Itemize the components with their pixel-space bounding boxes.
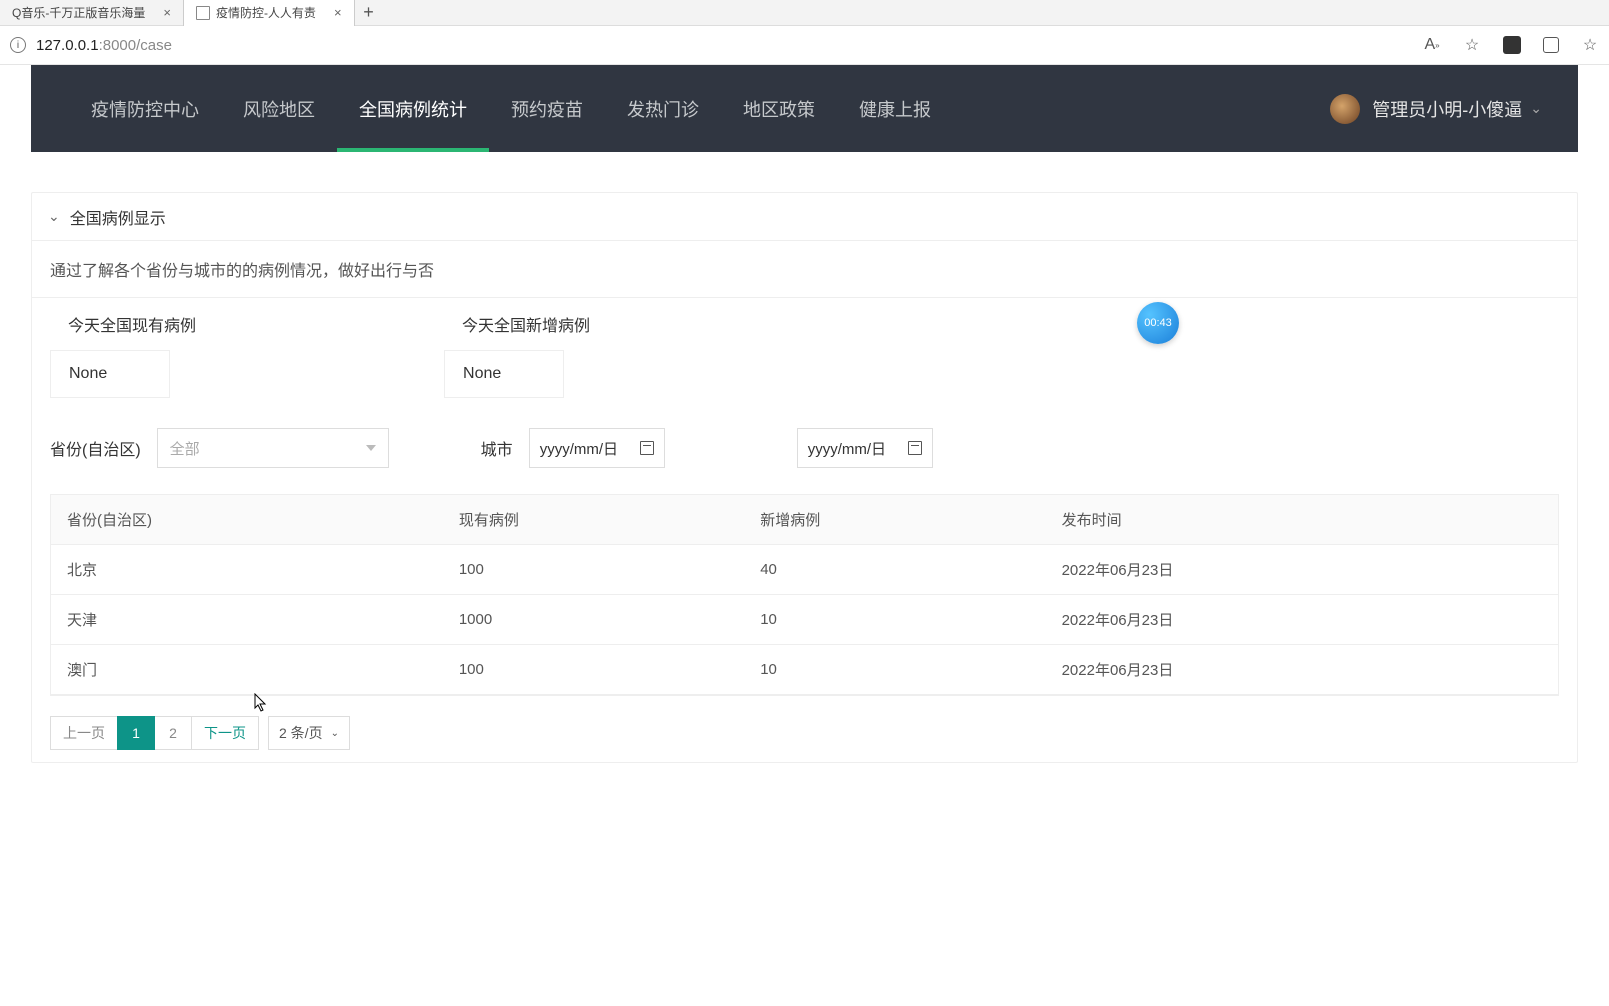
close-icon[interactable]: × [163,5,171,20]
table-row[interactable]: 北京 100 40 2022年06月23日 [51,545,1558,595]
address-bar-actions: A» [1423,36,1599,54]
filter-row: 省份(自治区) 全部 城市 yyyy/mm/日 yyyy/mm/日 [32,398,1577,484]
chevron-down-icon: ⌄ [48,208,60,225]
panel-title: 全国病例显示 [70,205,166,229]
nav-health-report[interactable]: 健康上报 [837,65,953,152]
prev-page-button[interactable]: 上一页 [50,716,118,750]
next-page-button[interactable]: 下一页 [191,716,259,750]
tab-title: Q音乐-千万正版音乐海量 [12,4,145,21]
calendar-icon [908,441,922,455]
date-from-input[interactable]: yyyy/mm/日 [529,428,665,468]
info-icon[interactable]: i [10,37,26,53]
browser-tab-0[interactable]: Q音乐-千万正版音乐海量 × [0,0,184,26]
date-to-input[interactable]: yyyy/mm/日 [797,428,933,468]
col-existing: 现有病例 [443,495,744,545]
stat-new-label: 今天全国新增病例 [444,298,608,350]
main-nav: 疫情防控中心 风险地区 全国病例统计 预约疫苗 发热门诊 地区政策 健康上报 管… [31,65,1578,152]
stat-existing-value: None [50,350,170,398]
province-label: 省份(自治区) [50,436,141,460]
table-row[interactable]: 天津 1000 10 2022年06月23日 [51,595,1558,645]
cases-panel: ⌄ 全国病例显示 通过了解各个省份与城市的的病例情况，做好出行与否 今天全国现有… [31,192,1578,763]
close-icon[interactable]: × [334,5,342,20]
dropdown-icon [366,445,376,451]
date-placeholder: yyyy/mm/日 [540,438,618,459]
document-icon [196,6,210,20]
cases-table: 省份(自治区) 现有病例 新增病例 发布时间 北京 100 40 2022年06… [50,494,1559,696]
tab-title: 疫情防控-人人有责 [216,4,316,21]
province-select[interactable]: 全部 [157,428,389,468]
nav-risk-area[interactable]: 风险地区 [221,65,337,152]
address-bar: i 127.0.0.1:8000/case A» [0,26,1609,65]
city-label: 城市 [481,436,513,460]
browser-tab-1[interactable]: 疫情防控-人人有责 × [184,0,355,26]
stat-existing: 今天全国现有病例 None [50,298,214,398]
table-header-row: 省份(自治区) 现有病例 新增病例 发布时间 [51,495,1558,545]
panel-header[interactable]: ⌄ 全国病例显示 [32,193,1577,241]
stat-existing-label: 今天全国现有病例 [50,298,214,350]
col-date: 发布时间 [1046,495,1558,545]
chevron-down-icon: ⌄ [331,728,339,739]
user-menu[interactable]: 管理员小明-小傻逼 ⌄ [1330,94,1542,124]
date-placeholder: yyyy/mm/日 [808,438,886,459]
collections-icon[interactable] [1503,36,1521,54]
url-host: 127.0.0.1 [36,37,99,54]
nav-policy[interactable]: 地区政策 [721,65,837,152]
stat-new-value: None [444,350,564,398]
nav-left: 疫情防控中心 风险地区 全国病例统计 预约疫苗 发热门诊 地区政策 健康上报 [69,65,953,152]
nav-fever-clinic[interactable]: 发热门诊 [605,65,721,152]
timer-widget[interactable]: 00:43 [1137,302,1179,344]
chevron-down-icon: ⌄ [1530,100,1542,117]
nav-national-stats[interactable]: 全国病例统计 [337,65,489,152]
nav-home[interactable]: 疫情防控中心 [69,65,221,152]
page-size-select[interactable]: 2 条/页 ⌄ [268,716,350,750]
table-row[interactable]: 澳门 100 10 2022年06月23日 [51,645,1558,695]
calendar-icon [640,441,654,455]
url-display[interactable]: 127.0.0.1:8000/case [36,37,172,54]
col-new: 新增病例 [744,495,1045,545]
url-port: :8000 [99,37,137,54]
pagination: 上一页 1 2 下一页 2 条/页 ⌄ [50,716,1577,750]
col-province: 省份(自治区) [51,495,443,545]
page-1-button[interactable]: 1 [117,716,155,750]
new-tab-button[interactable]: + [355,2,383,23]
user-label: 管理员小明-小傻逼 [1372,96,1522,122]
province-selected: 全部 [170,438,200,459]
browser-tabs: Q音乐-千万正版音乐海量 × 疫情防控-人人有责 × + [0,0,1609,26]
url-path: /case [136,37,172,54]
favorite-icon[interactable] [1463,36,1481,54]
page-2-button[interactable]: 2 [154,716,192,750]
panel-subtitle: 通过了解各个省份与城市的的病例情况，做好出行与否 [32,241,1577,298]
stat-new: 今天全国新增病例 None [444,298,608,398]
avatar [1330,94,1360,124]
timer-value: 00:43 [1144,317,1172,329]
favorites-bar-icon[interactable] [1581,36,1599,54]
nav-vaccine[interactable]: 预约疫苗 [489,65,605,152]
extensions-icon[interactable] [1543,37,1559,53]
read-aloud-icon[interactable]: A» [1423,36,1441,54]
